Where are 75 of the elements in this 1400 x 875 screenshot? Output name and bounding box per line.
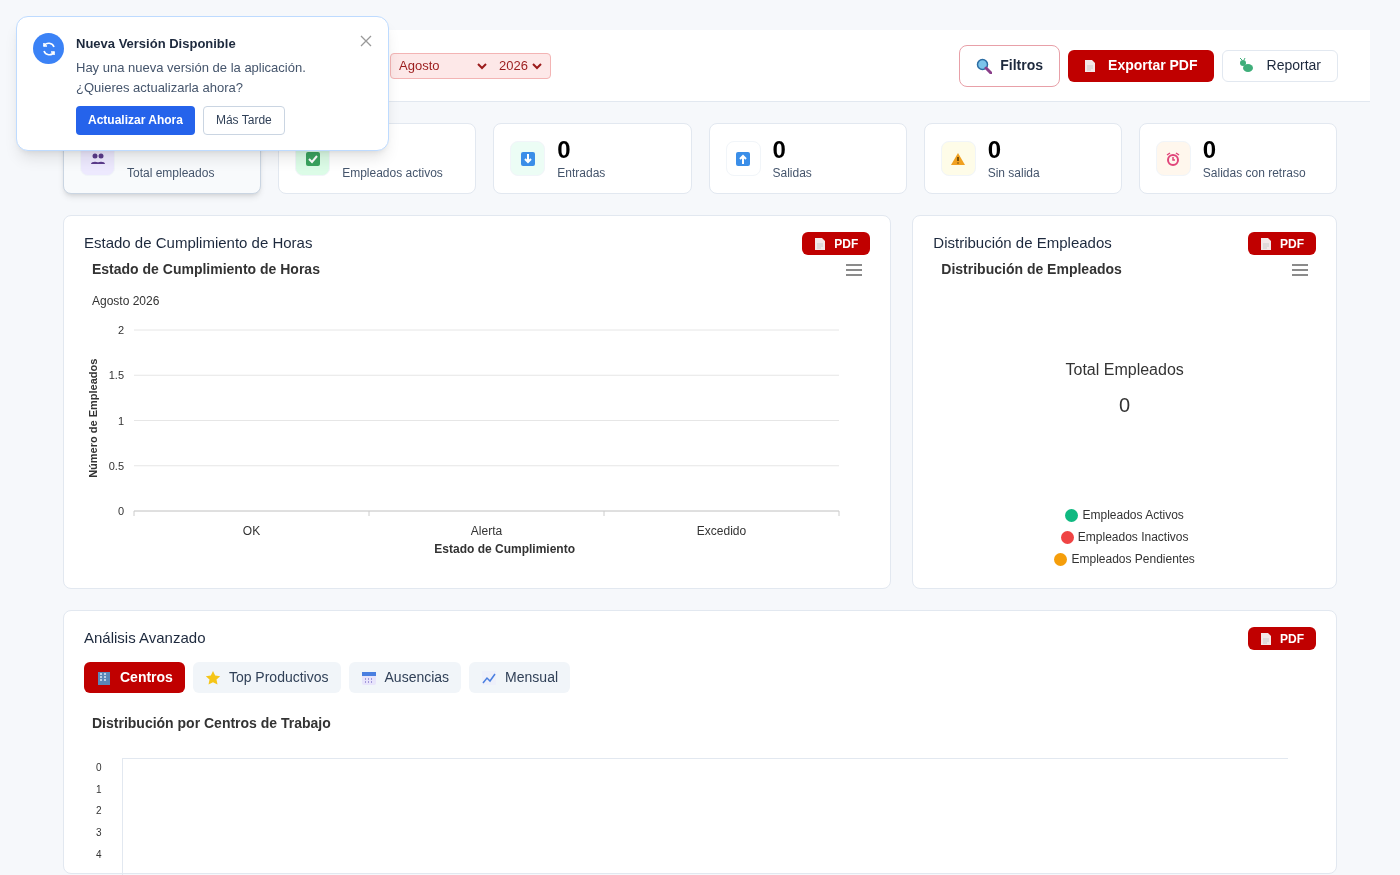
period-selector[interactable]: Agosto 2026	[390, 52, 551, 79]
menu-icon	[1292, 263, 1308, 276]
stat-label: Salidas	[772, 164, 812, 182]
notification-title: Nueva Versión Disponible	[76, 35, 237, 53]
chart-subtitle: Agosto 2026	[91, 293, 161, 310]
stat-value: 0	[1202, 135, 1218, 164]
category-label: 1	[96, 782, 103, 797]
stat-card[interactable]: 0 Salidas	[708, 123, 907, 194]
close-icon	[360, 35, 372, 47]
later-button[interactable]: Más Tarde	[202, 105, 285, 135]
stat-card[interactable]: 0 Sin salida	[923, 123, 1122, 194]
legend-label[interactable]: Empleados Pendientes	[1071, 550, 1195, 568]
card-title: Distribución de Empleados	[933, 233, 1112, 254]
tab[interactable]: Top Productivos	[192, 662, 341, 693]
bug-icon	[1238, 57, 1255, 74]
notification-message: Hay una nueva versión de la aplicación. ¿Quieres actualizarla ahora?	[76, 58, 307, 97]
stat-value: 0	[557, 135, 572, 164]
axis-title: Número de Empleados	[86, 358, 101, 478]
stat-label: Empleados activos	[342, 164, 443, 182]
stat-label: Sin salida	[987, 164, 1040, 182]
refresh-icon	[33, 33, 64, 64]
tick-label: 0.5	[108, 459, 124, 472]
menu-icon	[846, 263, 863, 276]
chevron-down-icon	[477, 61, 487, 70]
legend-label[interactable]: Empleados Activos	[1082, 506, 1184, 524]
building-icon	[96, 669, 112, 686]
legend-label[interactable]: Empleados Inactivos	[1077, 528, 1189, 546]
card-title: Análisis Avanzado	[84, 628, 206, 649]
tick-label: 0	[117, 505, 124, 517]
tab[interactable]: Ausencias	[348, 662, 462, 693]
calendar-icon	[360, 669, 377, 686]
month-select[interactable]: Agosto	[399, 55, 465, 76]
card-title: Estado de Cumplimiento de Horas	[84, 233, 313, 254]
year-select[interactable]: 2026	[499, 55, 528, 76]
stat-card[interactable]: 0 Entradas	[493, 123, 692, 194]
stat-value: 0	[987, 135, 1002, 164]
stat-value: 0	[772, 135, 787, 164]
category-label: OK	[242, 524, 261, 538]
stat-label: Salidas con retraso	[1202, 164, 1306, 182]
star-icon	[204, 669, 221, 686]
category-label: 2	[96, 804, 103, 819]
document-icon	[814, 236, 827, 251]
tick-label: 1	[117, 414, 124, 427]
tab[interactable]: Centros	[84, 662, 185, 693]
report-button[interactable]: Reportar	[1221, 49, 1338, 82]
category-label: 4	[96, 847, 103, 862]
chart-title: Estado de Cumplimiento de Horas	[92, 260, 320, 279]
pdf-button[interactable]: PDF	[802, 232, 871, 255]
chevron-down-icon	[531, 61, 542, 70]
document-icon	[1260, 236, 1272, 251]
center-label: Total Empleados	[1065, 360, 1184, 380]
center-value: 0	[1119, 393, 1131, 418]
category-label: Excedido	[696, 524, 747, 538]
close-button[interactable]	[360, 35, 372, 47]
category-label: Alerta	[470, 524, 503, 538]
document-icon	[1260, 631, 1272, 646]
chart-title: Distribución de Empleados	[941, 260, 1122, 279]
category-label: 3	[96, 826, 103, 841]
stat-label: Total empleados	[127, 164, 215, 182]
tab[interactable]: Mensual	[469, 662, 571, 693]
document-icon	[1084, 58, 1097, 73]
tick-label: 1.5	[108, 369, 124, 382]
search-icon	[976, 57, 993, 74]
chart-title: Distribución por Centros de Trabajo	[91, 714, 332, 733]
stat-label: Entradas	[557, 164, 606, 182]
stat-card[interactable]: 0 Salidas con retraso	[1138, 123, 1337, 194]
pdf-button[interactable]: PDF	[1248, 627, 1316, 650]
pdf-button[interactable]: PDF	[1248, 232, 1316, 255]
alarm-clock-icon	[1165, 150, 1182, 167]
export-pdf-button[interactable]: Exportar PDF	[1068, 49, 1214, 82]
category-label: 0	[96, 761, 103, 775]
tick-label: 2	[117, 324, 124, 336]
axis-title: Estado de Cumplimiento	[433, 541, 576, 558]
filter-button[interactable]: Filtros	[959, 44, 1061, 87]
update-button[interactable]: Actualizar Ahora	[76, 105, 195, 135]
